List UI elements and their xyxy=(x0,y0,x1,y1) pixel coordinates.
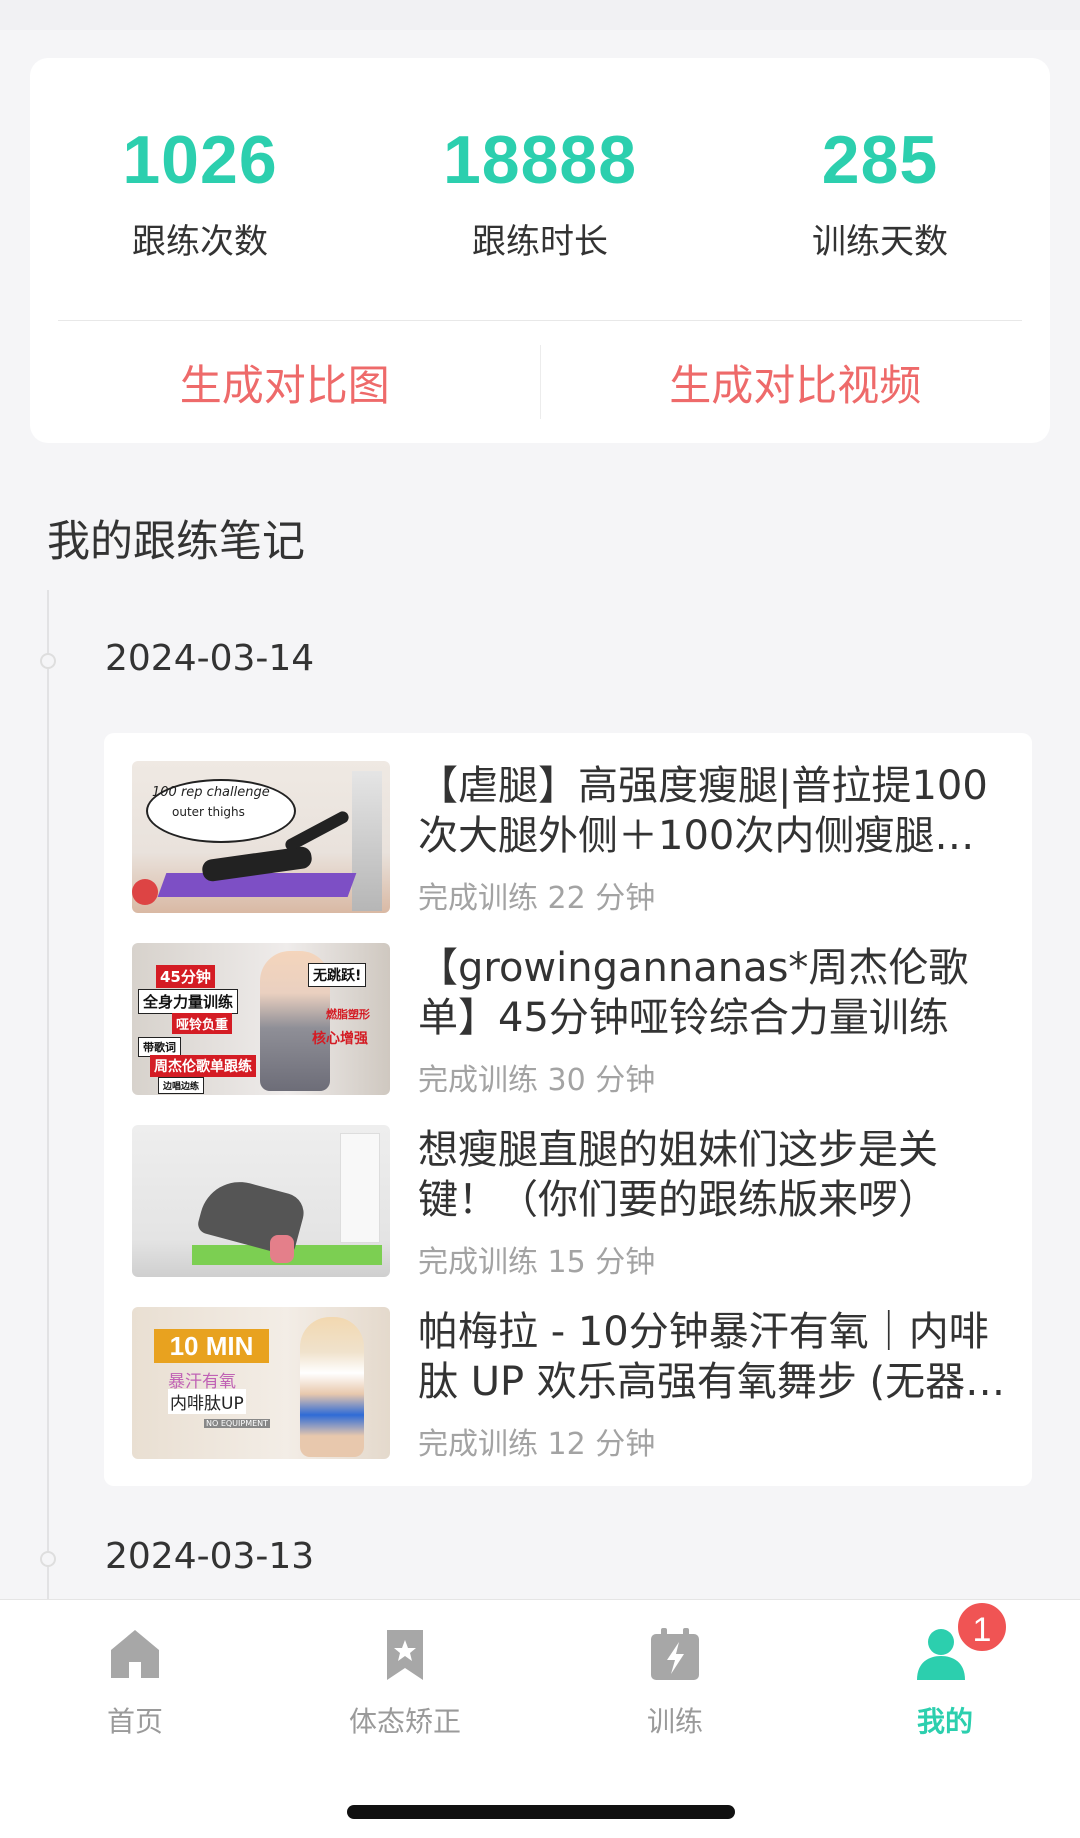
nav-posture[interactable]: 体态矫正 xyxy=(305,1624,505,1740)
thumb-text: 45分钟 xyxy=(156,965,215,988)
thumb-text: 燃脂塑形 xyxy=(326,1008,370,1021)
video-thumbnail xyxy=(132,1125,390,1277)
actions-row: 生成对比图 生成对比视频 xyxy=(30,321,1050,443)
note-text: 【growingannanas*周杰伦歌单】45分钟哑铃综合力量训练 完成训练 … xyxy=(418,943,1012,1098)
stat-days: 285 训练天数 xyxy=(710,58,1050,320)
video-thumbnail: 100 rep challenge outer thighs xyxy=(132,761,390,913)
thumb-text: 无跳跃! xyxy=(308,963,367,987)
thumb-text: 周杰伦歌单跟练 xyxy=(150,1055,256,1077)
stat-duration: 18888 跟练时长 xyxy=(370,58,710,320)
status-bar xyxy=(0,0,1080,30)
thumb-text: 内啡肽UP xyxy=(168,1389,246,1414)
note-item[interactable]: 45分钟 全身力量训练 哑铃负重 带歌词 周杰伦歌单跟练 边唱边练 无跳跃! 燃… xyxy=(132,943,1012,1098)
generate-compare-video-button[interactable]: 生成对比视频 xyxy=(541,352,1051,413)
date-label: 2024-03-14 xyxy=(105,638,315,679)
thumb-ball xyxy=(132,879,158,905)
stat-value: 18888 xyxy=(442,122,638,198)
nav-label: 体态矫正 xyxy=(348,1705,461,1738)
timeline-dot xyxy=(40,1551,56,1567)
note-item[interactable]: 100 rep challenge outer thighs 【虐腿】高强度瘦腿… xyxy=(132,761,1012,916)
video-thumbnail: 10 MIN 暴汗有氧 内啡肽UP NO EQUIPMENT xyxy=(132,1307,390,1459)
stat-label: 训练天数 xyxy=(812,222,948,262)
thumb-text: NO EQUIPMENT xyxy=(204,1419,271,1428)
note-title: 想瘦腿直腿的姐妹们这步是关键！（你们要的跟练版来啰） xyxy=(418,1127,938,1223)
note-duration: 完成训练 15 分钟 xyxy=(418,1245,656,1280)
user-icon: 1 xyxy=(915,1600,1009,1684)
notes-card: 100 rep challenge outer thighs 【虐腿】高强度瘦腿… xyxy=(104,733,1032,1486)
thumb-text: outer thighs xyxy=(172,805,245,819)
note-title: 【虐腿】高强度瘦腿|普拉提100次大腿外侧＋100次内侧瘦腿训练 xyxy=(418,763,988,859)
nav-mine[interactable]: 1 我的 xyxy=(845,1600,1045,1740)
thumb-rack xyxy=(352,771,382,911)
home-indicator xyxy=(347,1805,735,1819)
note-text: 想瘦腿直腿的姐妹们这步是关键！（你们要的跟练版来啰） 完成训练 15 分钟 xyxy=(418,1125,1012,1280)
thumb-window xyxy=(340,1133,380,1243)
lightning-calendar-icon xyxy=(645,1624,705,1684)
notification-badge: 1 xyxy=(955,1600,1009,1654)
thumb-text: 边唱边练 xyxy=(158,1077,205,1094)
thumb-text: 带歌词 xyxy=(138,1037,181,1057)
nav-label: 首页 xyxy=(106,1705,163,1738)
stat-value: 285 xyxy=(821,122,939,198)
timeline-line xyxy=(47,590,49,1600)
note-duration: 完成训练 22 分钟 xyxy=(418,881,656,916)
thumb-mat xyxy=(157,873,357,897)
thumb-text: 10 MIN xyxy=(154,1329,269,1363)
generate-compare-image-button[interactable]: 生成对比图 xyxy=(30,352,540,413)
stats-card: 1026 跟练次数 18888 跟练时长 285 训练天数 生成对比图 生成对比… xyxy=(30,58,1050,443)
note-title: 帕梅拉 - 10分钟暴汗有氧｜内啡肽 UP 欢乐高强有氧舞步 (无器械) xyxy=(418,1309,989,1405)
note-title: 【growingannanas*周杰伦歌单】45分钟哑铃综合力量训练 xyxy=(418,945,969,1041)
nav-home[interactable]: 首页 xyxy=(35,1624,235,1740)
timeline-dot xyxy=(40,653,56,669)
note-item[interactable]: 10 MIN 暴汗有氧 内啡肽UP NO EQUIPMENT 帕梅拉 - 10分… xyxy=(132,1307,1012,1462)
nav-label: 我的 xyxy=(916,1705,973,1738)
bookmark-star-icon xyxy=(375,1624,435,1684)
home-icon xyxy=(105,1624,165,1684)
stat-label: 跟练次数 xyxy=(132,222,268,262)
video-thumbnail: 45分钟 全身力量训练 哑铃负重 带歌词 周杰伦歌单跟练 边唱边练 无跳跃! 燃… xyxy=(132,943,390,1095)
note-duration: 完成训练 12 分钟 xyxy=(418,1427,656,1462)
thumb-text: 全身力量训练 xyxy=(138,989,239,1014)
thumb-text: 100 rep challenge xyxy=(152,785,270,800)
thumb-roller xyxy=(270,1235,294,1263)
nav-training[interactable]: 训练 xyxy=(575,1624,775,1740)
thumb-text: 哑铃负重 xyxy=(172,1013,233,1034)
section-title: 我的跟练笔记 xyxy=(47,517,305,567)
note-text: 【虐腿】高强度瘦腿|普拉提100次大腿外侧＋100次内侧瘦腿训练 完成训练 22… xyxy=(418,761,1012,916)
note-item[interactable]: 想瘦腿直腿的姐妹们这步是关键！（你们要的跟练版来啰） 完成训练 15 分钟 xyxy=(132,1125,1012,1280)
thumb-figure xyxy=(300,1317,364,1457)
stat-label: 跟练时长 xyxy=(472,222,608,262)
bottom-nav: 首页 体态矫正 训练 1 我的 xyxy=(0,1599,1080,1838)
note-duration: 完成训练 30 分钟 xyxy=(418,1063,656,1098)
stat-sessions: 1026 跟练次数 xyxy=(30,58,370,320)
nav-label: 训练 xyxy=(646,1705,703,1738)
thumb-text: 核心增强 xyxy=(312,1031,368,1047)
stat-value: 1026 xyxy=(122,122,278,198)
stats-row: 1026 跟练次数 18888 跟练时长 285 训练天数 xyxy=(30,58,1050,320)
note-text: 帕梅拉 - 10分钟暴汗有氧｜内啡肽 UP 欢乐高强有氧舞步 (无器械) 完成训… xyxy=(418,1307,1012,1462)
date-label: 2024-03-13 xyxy=(105,1536,315,1577)
